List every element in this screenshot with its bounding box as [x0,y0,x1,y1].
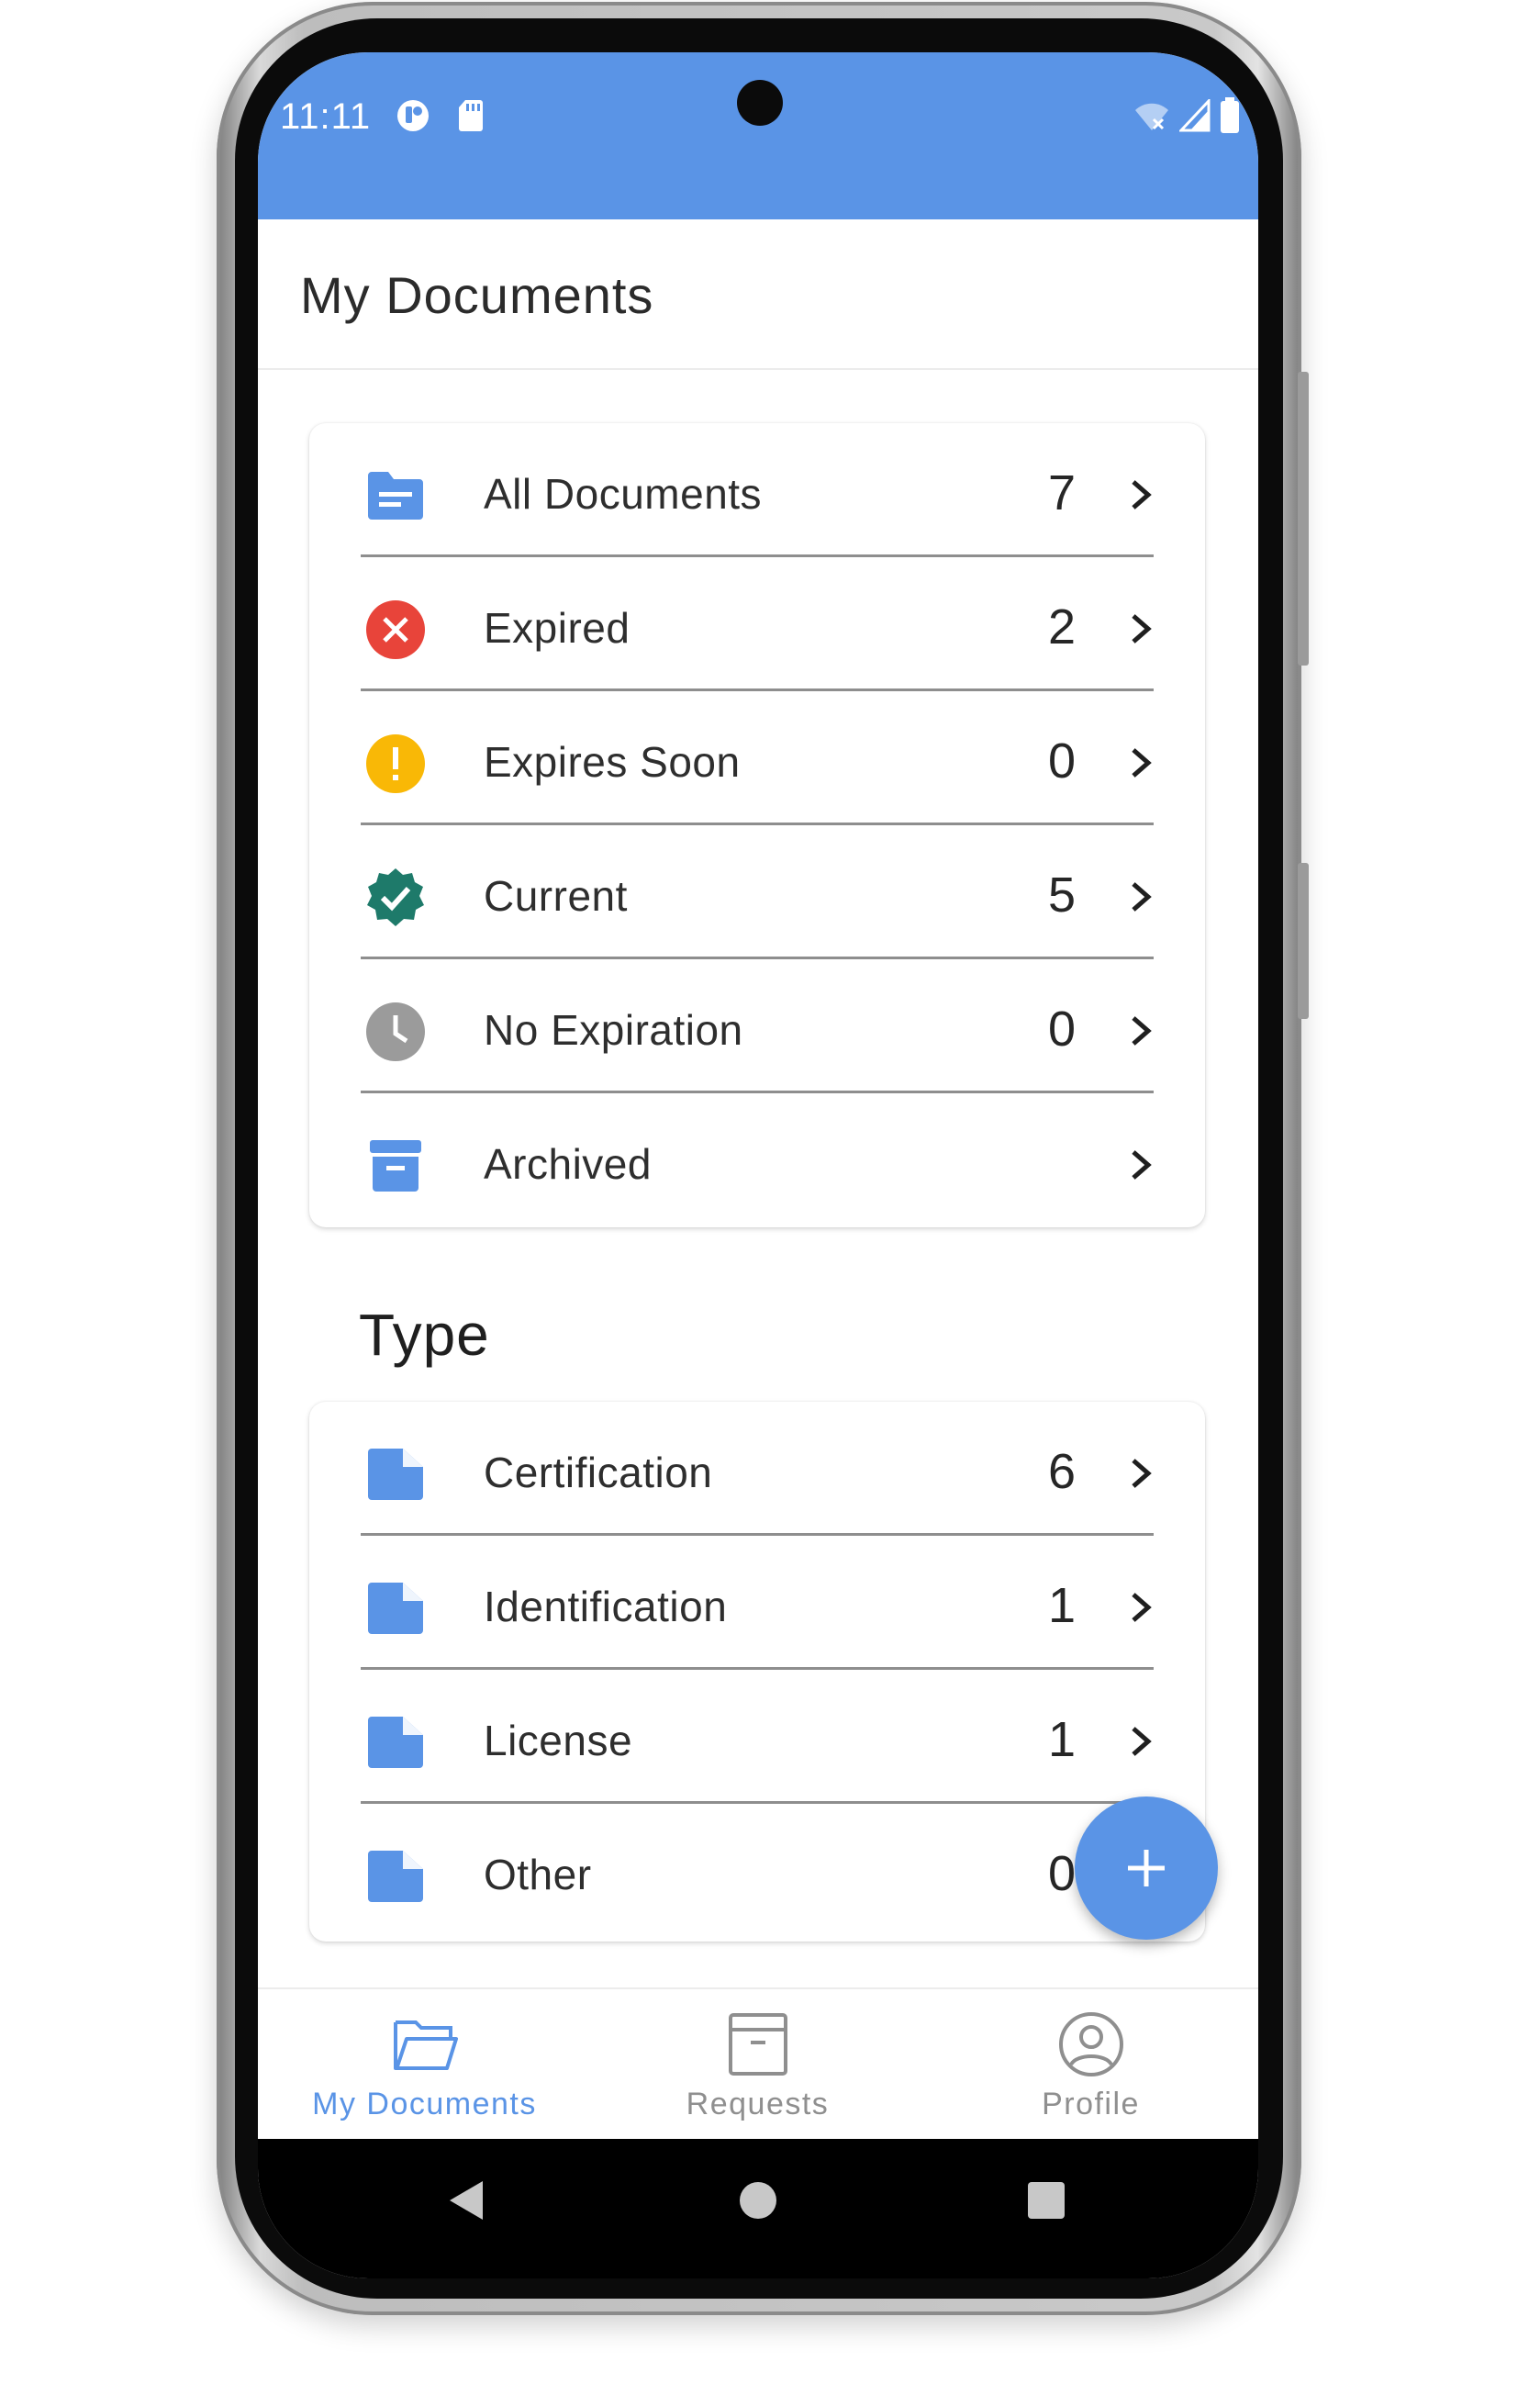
list-item-expired[interactable]: Expired 2 [309,557,1205,691]
list-item-license[interactable]: License 1 [309,1670,1205,1804]
list-item-label: No Expiration [484,1006,743,1054]
system-nav-bar [258,2139,1258,2278]
list-item-certification[interactable]: Certification 6 [309,1402,1205,1536]
document-icon [368,1449,423,1500]
list-item-label: Archived [484,1140,652,1188]
document-icon [368,1583,423,1634]
folder-open-icon [393,2020,458,2070]
list-item-current[interactable]: Current 5 [309,825,1205,959]
profile-icon [1058,2012,1123,2076]
nav-label: Requests [686,2087,830,2121]
list-item-no-expiration[interactable]: No Expiration 0 [309,959,1205,1093]
nav-label: Profile [1042,2087,1140,2121]
app-bar: My Documents [258,219,1258,370]
chevron-right-icon [1132,748,1152,778]
status-bar: 11:11 [258,52,1258,219]
cell-signal-icon [1179,99,1211,132]
nav-tab-profile[interactable]: Profile [924,1989,1257,2141]
list-item-count: 1 [1047,1578,1077,1633]
battery-icon [1221,97,1239,133]
chevron-right-icon [1132,1459,1152,1488]
archive-icon [370,1140,421,1192]
status-card: All Documents 7 Expired 2 Expires Soon 0 [309,423,1205,1227]
nav-label: My Documents [312,2087,537,2121]
recents-icon[interactable] [1025,2177,1067,2223]
chevron-right-icon [1132,1016,1152,1046]
warning-icon [366,734,425,793]
status-time: 11:11 [280,96,372,137]
list-item-identification[interactable]: Identification 1 [309,1536,1205,1670]
list-item-label: Expired [484,604,631,652]
list-item-count: 2 [1047,599,1077,655]
expired-icon [366,600,425,659]
list-item-count: 5 [1047,867,1077,923]
chevron-right-icon [1132,1593,1152,1622]
document-icon [368,1851,423,1902]
section-title-type: Type [359,1302,490,1368]
home-icon[interactable] [737,2177,779,2223]
volume-button [1298,372,1309,666]
status-right-icons [1133,96,1240,135]
wifi-off-icon [1135,103,1168,130]
back-icon[interactable] [446,2177,488,2223]
page-title: My Documents [300,266,654,324]
camera-cutout [737,80,783,126]
sd-card-icon [459,100,483,131]
power-button [1298,863,1309,1019]
list-item-label: Expires Soon [484,738,741,786]
add-document-button[interactable] [1075,1796,1218,1940]
list-item-archived[interactable]: Archived [309,1093,1205,1227]
list-item-count: 0 [1047,733,1077,789]
list-item-all-documents[interactable]: All Documents 7 [309,423,1205,557]
clock-icon [366,1002,425,1061]
list-item-other[interactable]: Other 0 [309,1804,1205,1938]
list-item-label: License [484,1717,633,1764]
document-icon [368,1717,423,1768]
list-item-label: Identification [484,1583,728,1630]
chevron-right-icon [1132,614,1152,644]
list-item-label: Certification [484,1449,713,1496]
folder-icon [368,472,423,520]
plus-icon [1128,1850,1165,1886]
list-item-count: 7 [1047,465,1077,520]
list-item-label: Current [484,872,628,920]
list-item-count: 1 [1047,1712,1077,1767]
chevron-right-icon [1132,882,1152,912]
nav-tab-requests[interactable]: Requests [591,1989,924,2141]
chevron-right-icon [1132,480,1152,509]
app-notification-icon [397,100,429,131]
list-item-count: 6 [1047,1444,1077,1499]
list-item-count: 0 [1047,1002,1077,1057]
chevron-right-icon [1132,1150,1152,1180]
inbox-icon [728,2013,787,2076]
chevron-right-icon [1132,1727,1152,1756]
screen: 11:11 My Documents All Documents 7 Expir… [258,52,1258,2278]
list-item-label: All Documents [484,470,763,518]
list-item-expires-soon[interactable]: Expires Soon 0 [309,691,1205,825]
bottom-nav: My Documents Requests Profile [258,1987,1258,2141]
verified-icon [367,868,424,926]
list-item-label: Other [484,1851,592,1898]
type-card: Certification 6 Identification 1 License… [309,1402,1205,1942]
nav-tab-my-documents[interactable]: My Documents [258,1989,591,2141]
